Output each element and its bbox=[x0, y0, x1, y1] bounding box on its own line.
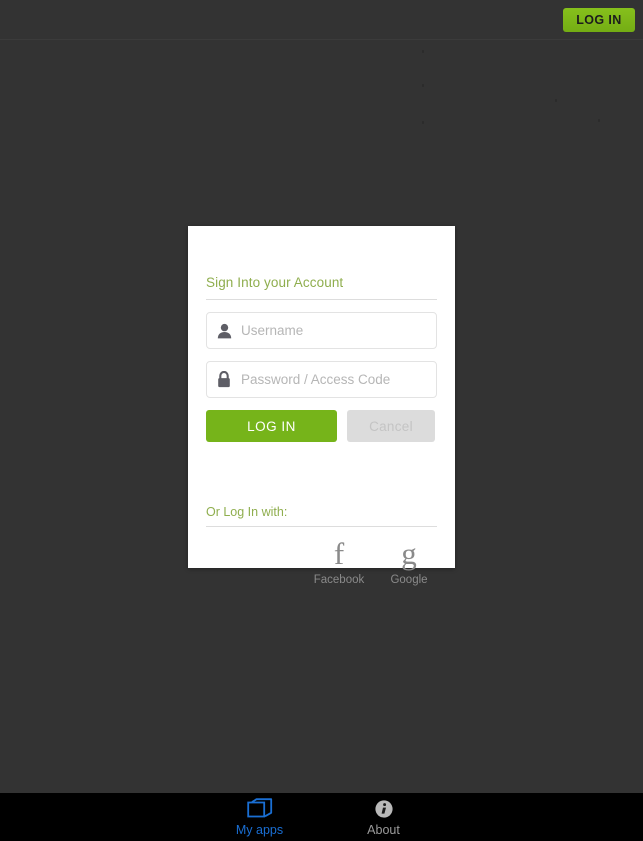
google-label: Google bbox=[390, 574, 428, 586]
social-divider bbox=[206, 526, 437, 527]
header-bar: LOG IN bbox=[0, 0, 643, 40]
background-speck bbox=[422, 50, 424, 53]
google-icon: g bbox=[401, 536, 417, 571]
signin-heading: Sign Into your Account bbox=[206, 275, 344, 290]
bottom-nav-bar: My apps About bbox=[0, 793, 643, 841]
background-speck bbox=[598, 119, 600, 122]
person-icon bbox=[207, 323, 241, 339]
nav-item-about[interactable]: About bbox=[344, 798, 424, 838]
background-speck bbox=[422, 121, 424, 124]
social-login-row: f Facebook g Google bbox=[206, 537, 437, 587]
cancel-button[interactable]: Cancel bbox=[347, 410, 435, 442]
facebook-login-button[interactable]: f Facebook bbox=[311, 537, 367, 587]
background-speck bbox=[555, 99, 557, 102]
form-button-row: LOG IN Cancel bbox=[206, 410, 437, 442]
info-circle-icon bbox=[344, 798, 424, 820]
google-login-button[interactable]: g Google bbox=[381, 537, 437, 587]
login-card: Sign Into your Account LOG IN Cancel Or … bbox=[188, 226, 455, 586]
facebook-icon: f bbox=[333, 536, 345, 571]
heading-divider bbox=[206, 299, 437, 300]
password-field-row[interactable] bbox=[206, 361, 437, 398]
password-input[interactable] bbox=[241, 362, 436, 397]
header-login-button[interactable]: LOG IN bbox=[563, 8, 635, 32]
nav-label-about: About bbox=[367, 823, 400, 837]
facebook-label: Facebook bbox=[313, 574, 365, 586]
lock-icon bbox=[207, 371, 241, 388]
nav-label-my-apps: My apps bbox=[235, 823, 284, 837]
social-login-heading: Or Log In with: bbox=[206, 505, 288, 519]
windows-stack-icon bbox=[220, 798, 300, 820]
nav-item-my-apps[interactable]: My apps bbox=[220, 798, 300, 838]
submit-login-button[interactable]: LOG IN bbox=[206, 410, 337, 442]
username-field-row[interactable] bbox=[206, 312, 437, 349]
background-speck bbox=[422, 84, 424, 87]
username-input[interactable] bbox=[241, 313, 436, 348]
